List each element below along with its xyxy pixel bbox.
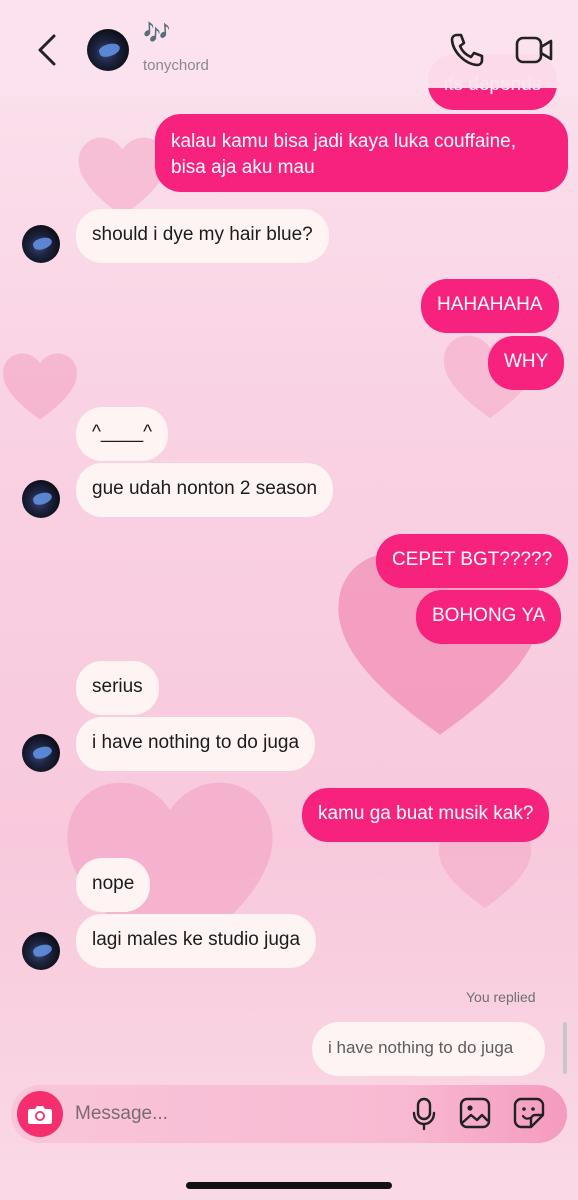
reply-quoted-message[interactable]: i have nothing to do juga [312,1022,545,1076]
message-text: HAHAHAHA [437,294,543,315]
sticker-button[interactable] [513,1097,545,1129]
back-button-overlay[interactable] [30,30,66,70]
microphone-icon [412,1097,436,1131]
sticker-icon [513,1097,545,1129]
message-text: kamu ga buat musik kak? [318,803,534,824]
camera-icon [28,1106,52,1124]
message-text: kalau kamu bisa jadi kaya luka couffaine… [171,131,517,152]
phone-icon [450,33,484,67]
incoming-message[interactable]: nope [76,858,151,912]
incoming-message[interactable]: should i dye my hair blue? [76,209,329,263]
incoming-message[interactable]: serius [76,661,159,715]
sender-avatar[interactable] [22,225,60,263]
message-text: lagi males ke studio juga [92,929,301,950]
sender-avatar[interactable] [22,480,60,518]
message-text: ^____^ [92,422,153,443]
incoming-message[interactable]: gue udah nonton 2 season [76,463,334,517]
outgoing-message[interactable]: BOHONG YA [416,590,562,644]
outgoing-message[interactable]: kalau kamu bisa jadi kaya luka couffaine… [155,114,568,192]
message-text: i have nothing to do juga [92,732,300,753]
message-text: bisa aja aku mau [171,157,315,178]
gallery-icon [459,1097,491,1129]
camera-button[interactable] [17,1091,63,1137]
contact-avatar-overlay[interactable] [87,29,129,71]
video-call-button-overlay[interactable] [514,32,554,68]
message-text: gue udah nonton 2 season [92,478,318,499]
message-composer [11,1085,567,1143]
scrollbar[interactable] [563,1022,567,1074]
sender-avatar[interactable] [22,734,60,772]
message-text: nope [92,873,135,894]
incoming-message[interactable]: i have nothing to do juga [76,717,316,771]
contact-username-overlay[interactable]: tonychord [143,57,209,74]
sender-avatar[interactable] [22,932,60,970]
back-icon [38,34,56,66]
gallery-button[interactable] [459,1097,491,1129]
message-text: BOHONG YA [432,605,546,626]
incoming-message[interactable]: ^____^ [76,407,169,461]
message-text: serius [92,676,143,697]
audio-call-button-overlay[interactable] [448,31,486,69]
outgoing-message[interactable]: WHY [488,336,565,390]
reply-label: You replied [466,989,536,1005]
incoming-message[interactable]: lagi males ke studio juga [76,914,317,968]
message-text: WHY [504,351,549,372]
background-heart-decoration [0,330,80,440]
contact-display-name-overlay[interactable]: 🎶 [143,22,170,44]
outgoing-message[interactable]: HAHAHAHA [421,279,559,333]
voice-message-button[interactable] [411,1097,437,1131]
video-camera-icon [515,36,553,64]
message-text: CEPET BGT????? [392,549,553,570]
message-text: should i dye my hair blue? [92,224,313,245]
home-indicator[interactable] [186,1182,392,1189]
message-input[interactable] [75,1100,355,1128]
outgoing-message[interactable]: kamu ga buat musik kak? [302,788,550,842]
outgoing-message[interactable]: CEPET BGT????? [376,534,569,588]
